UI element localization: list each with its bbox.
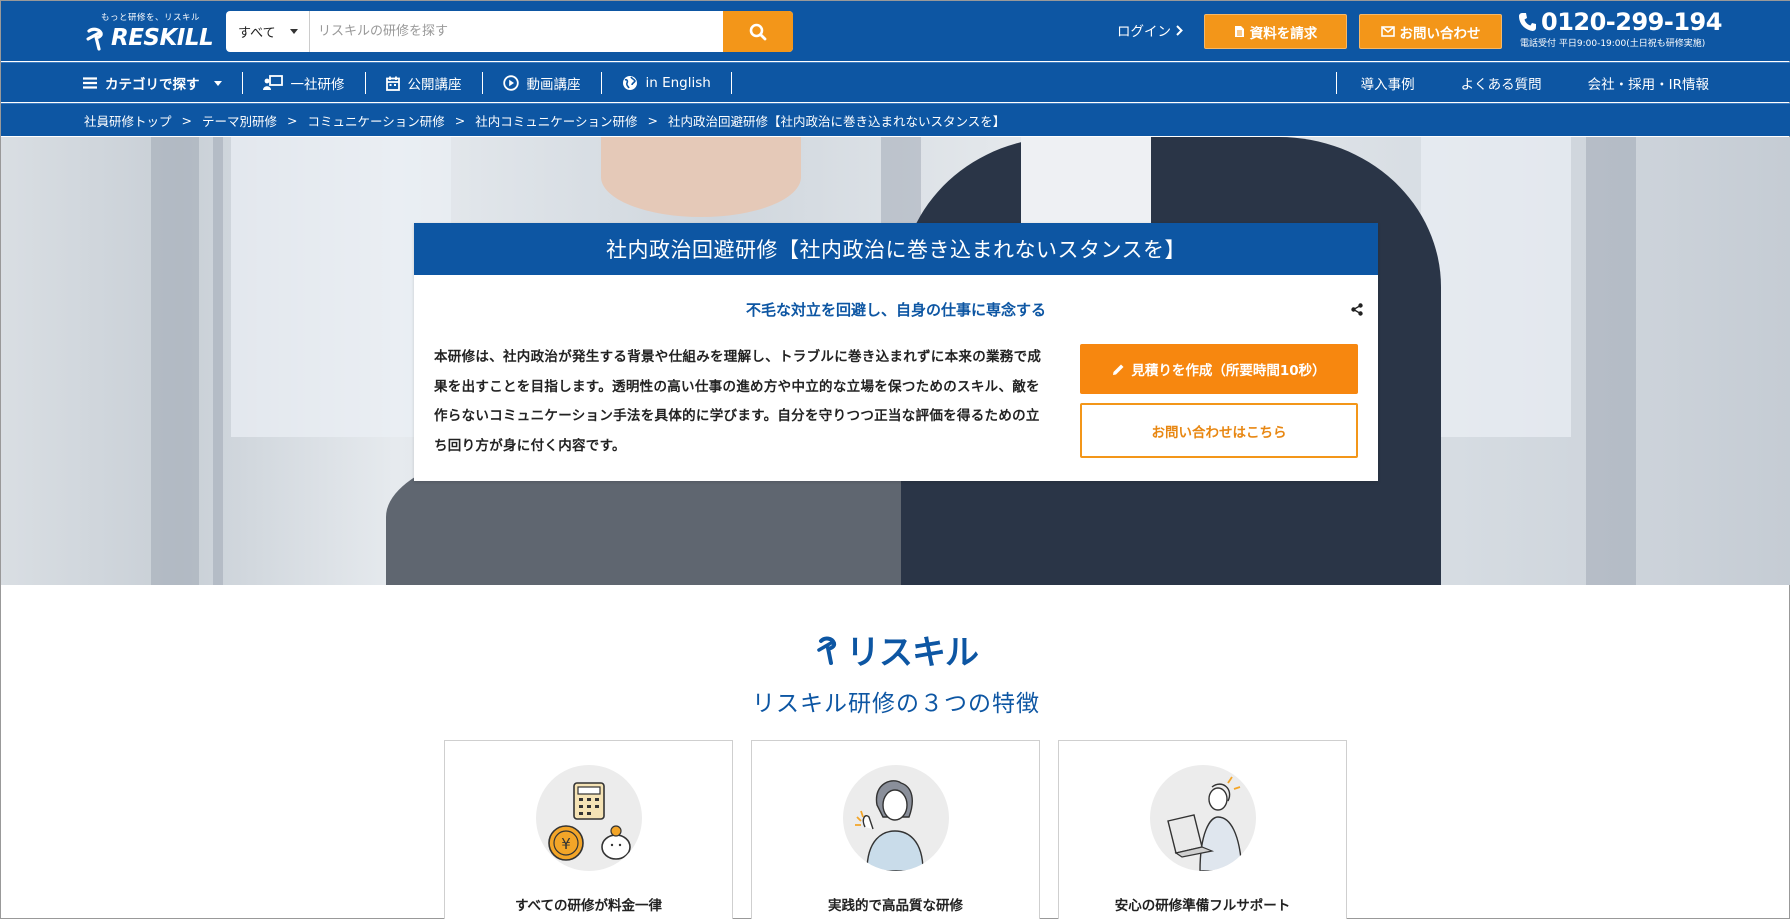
chevron-down-icon <box>289 29 298 34</box>
calculator-coin-illustration-icon: ¥ <box>536 765 642 871</box>
create-quote-label: 見積りを作成（所要時間10秒） <box>1131 363 1326 379</box>
top-header: もっと研修を、リスキル RESKILL すべて ログイン 資料を請求 お問い合わ… <box>1 1 1790 61</box>
menu-icon <box>83 77 97 89</box>
chevron-down-icon <box>213 80 222 86</box>
phone-hours: 電話受付 平日9:00-19:00(土日祝も研修実施) <box>1520 39 1706 49</box>
course-subtitle: 不毛な対立を回避し、自身の仕事に専念する <box>745 301 1046 319</box>
phone-icon <box>1519 13 1536 31</box>
mail-icon <box>1380 26 1395 37</box>
search-bar: すべて <box>226 11 793 52</box>
laptop-support-illustration-icon <box>1150 765 1256 871</box>
reskill-brand-logo: リスキル <box>816 625 979 674</box>
create-quote-button[interactable]: 見積りを作成（所要時間10秒） <box>1080 344 1358 394</box>
search-input[interactable] <box>310 11 723 52</box>
chevron-right-icon <box>1176 24 1183 36</box>
nav-english-label: in English <box>645 75 711 91</box>
breadcrumb-item[interactable]: 社内コミュニケーション研修 <box>475 111 637 130</box>
hero-photo-pillar <box>151 137 199 585</box>
globe-icon <box>622 76 637 90</box>
nav-category[interactable]: カテゴリで探す <box>83 72 243 94</box>
presentation-icon <box>262 75 283 90</box>
course-description: 本研修は、社内政治が発生する背景や仕組みを理解し、トラブルに巻き込まれずに本来の… <box>434 349 1042 454</box>
hero-photo-face <box>601 137 801 217</box>
request-docs-label: 資料を請求 <box>1249 25 1318 42</box>
inquiry-button[interactable]: お問い合わせはこちら <box>1080 403 1358 458</box>
breadcrumb: 社員研修トップ > テーマ別研修 > コミュニケーション研修 > 社内コミュニケ… <box>1 103 1790 136</box>
breadcrumb-separator: > <box>454 112 466 128</box>
svg-text:¥: ¥ <box>561 835 571 853</box>
login-label: ログイン <box>1117 24 1171 40</box>
contact-label: お問い合わせ <box>1399 25 1481 42</box>
nav-video[interactable]: 動画講座 <box>483 72 602 94</box>
nav-left: カテゴリで探す 一社研修 公開講座 動画講座 in English <box>83 63 732 103</box>
features-heading: リスキル研修の３つの特徴 <box>752 691 1040 717</box>
feature-label: 安心の研修準備フルサポート <box>1114 898 1291 914</box>
breadcrumb-separator: > <box>287 112 298 128</box>
hero-photo-window <box>1421 137 1571 437</box>
phone-number: 0120-299-194 <box>1541 8 1722 36</box>
nav-category-label: カテゴリで探す <box>105 77 200 93</box>
nav-public[interactable]: 公開講座 <box>366 72 483 94</box>
feature-card-quality[interactable]: 実践的で高品質な研修 <box>751 740 1040 919</box>
nav-video-label: 動画講座 <box>526 77 581 93</box>
phone-contact[interactable]: 0120-299-194 電話受付 平日9:00-19:00(土日祝も研修実施) <box>1518 8 1722 49</box>
play-icon <box>502 75 519 91</box>
reskill-mark-icon <box>86 27 103 51</box>
course-card: 社内政治回避研修【社内政治に巻き込まれないスタンスを】 不毛な対立を回避し、自身… <box>414 223 1378 481</box>
logo-wordmark: RESKILL <box>111 25 214 51</box>
logo-tagline: もっと研修を、リスキル <box>101 13 201 23</box>
breadcrumb-separator: > <box>181 112 192 128</box>
document-icon <box>1234 26 1244 37</box>
hero-photo-pillar <box>213 137 223 585</box>
nav-case-studies[interactable]: 導入事例 <box>1335 72 1415 94</box>
login-link[interactable]: ログイン <box>1117 20 1183 40</box>
breadcrumb-item[interactable]: 社員研修トップ <box>84 111 172 130</box>
breadcrumb-current: 社内政治回避研修【社内政治に巻き込まれないスタンスを】 <box>668 113 1006 129</box>
search-scope-select[interactable]: すべて <box>226 11 310 52</box>
nav-in-house-label: 一社研修 <box>290 77 345 93</box>
brand-text: リスキル <box>846 633 979 673</box>
hero-photo-collar <box>1021 137 1151 227</box>
reskill-logo[interactable]: もっと研修を、リスキル RESKILL <box>85 10 215 54</box>
feature-label: すべての研修が料金一律 <box>514 898 662 914</box>
instructor-illustration-icon <box>843 765 949 871</box>
breadcrumb-item[interactable]: テーマ別研修 <box>202 111 277 130</box>
breadcrumb-separator: > <box>647 112 658 128</box>
nav-company[interactable]: 会社・採用・IR情報 <box>1564 72 1709 94</box>
hero-photo-pillar <box>1586 137 1636 585</box>
share-icon[interactable] <box>1351 303 1363 316</box>
nav-in-house[interactable]: 一社研修 <box>243 72 366 94</box>
search-button[interactable] <box>723 11 793 52</box>
breadcrumb-item[interactable]: コミュニケーション研修 <box>308 111 445 130</box>
feature-label: 実践的で高品質な研修 <box>828 898 963 914</box>
nav-english[interactable]: in English <box>602 72 732 94</box>
nav-faq[interactable]: よくある質問 <box>1437 72 1542 94</box>
pencil-icon <box>1113 364 1124 375</box>
reskill-mark-icon <box>817 636 837 665</box>
nav-public-label: 公開講座 <box>407 77 462 93</box>
calendar-icon <box>385 76 400 91</box>
nav-right: 導入事例 よくある質問 会社・採用・IR情報 <box>1335 63 1709 103</box>
feature-card-flat-price[interactable]: ¥ すべての研修が料金一律 <box>444 740 733 919</box>
main-nav: カテゴリで探す 一社研修 公開講座 動画講座 in English 導入事例 よ… <box>1 62 1790 102</box>
request-docs-button[interactable]: 資料を請求 <box>1204 14 1347 49</box>
feature-card-support[interactable]: 安心の研修準備フルサポート <box>1058 740 1347 919</box>
search-scope-value: すべて <box>238 26 276 41</box>
contact-button[interactable]: お問い合わせ <box>1359 14 1502 49</box>
course-title: 社内政治回避研修【社内政治に巻き込まれないスタンスを】 <box>414 223 1378 275</box>
search-icon <box>749 23 767 40</box>
